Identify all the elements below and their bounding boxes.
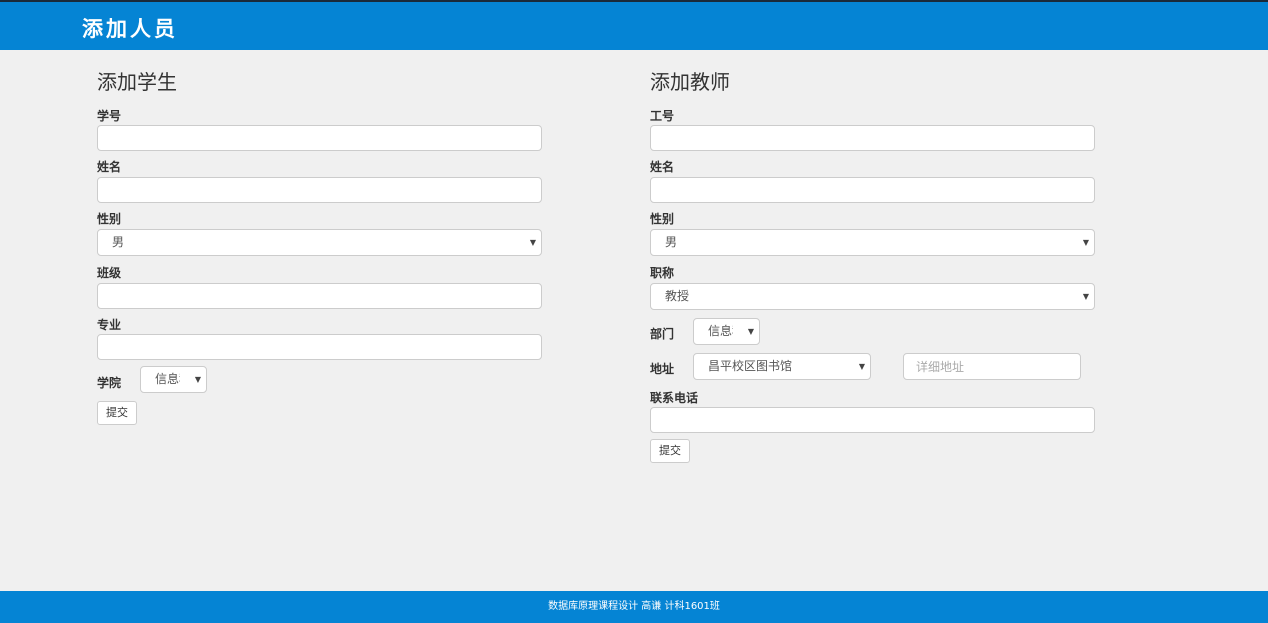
caret-down-icon: ▼ (529, 238, 536, 247)
teacher-phone-input[interactable] (650, 407, 1095, 433)
footer-text: 数据库原理课程设计 高谦 计科1601班 (548, 601, 720, 612)
caret-down-icon: ▼ (858, 362, 865, 371)
teacher-gender-label: 性别 (650, 212, 675, 226)
teacher-name-label: 姓名 (650, 160, 675, 174)
caret-down-icon: ▼ (194, 375, 201, 384)
teacher-rank-label: 职称 (650, 266, 675, 280)
teacher-submit-button[interactable]: 提交 (650, 439, 690, 463)
selected-value: 信息科 (155, 372, 180, 386)
footer: 数据库原理课程设计 高谦 计科1601班 (0, 591, 1268, 623)
teacher-addr-detail-input[interactable] (903, 353, 1081, 380)
student-form-title: 添加学生 (97, 70, 177, 94)
student-class-label: 班级 (97, 266, 122, 280)
student-name-input[interactable] (97, 177, 542, 203)
selected-value: 男 (112, 235, 125, 249)
teacher-rank-select[interactable]: 教授 ▼ (650, 283, 1095, 310)
student-college-label: 学院 (97, 376, 122, 390)
teacher-id-input[interactable] (650, 125, 1095, 151)
teacher-dept-select[interactable]: 信息科 ▼ (693, 318, 760, 345)
student-college-select[interactable]: 信息科 ▼ (140, 366, 207, 393)
student-gender-label: 性别 (97, 212, 122, 226)
selected-value: 教授 (665, 289, 690, 303)
teacher-form-title: 添加教师 (650, 70, 730, 94)
teacher-name-input[interactable] (650, 177, 1095, 203)
teacher-id-label: 工号 (650, 109, 675, 123)
teacher-gender-select[interactable]: 男 ▼ (650, 229, 1095, 256)
caret-down-icon: ▼ (747, 327, 754, 336)
teacher-addr-label: 地址 (650, 362, 675, 376)
teacher-dept-label: 部门 (650, 327, 675, 341)
student-gender-select[interactable]: 男 ▼ (97, 229, 542, 256)
teacher-phone-label: 联系电话 (650, 391, 699, 405)
selected-value: 昌平校区图书馆 (708, 359, 793, 373)
header: 添加人员 (0, 2, 1268, 50)
caret-down-icon: ▼ (1082, 238, 1089, 247)
student-major-label: 专业 (97, 318, 122, 332)
student-name-label: 姓名 (97, 160, 122, 174)
student-major-input[interactable] (97, 334, 542, 360)
student-submit-button[interactable]: 提交 (97, 401, 137, 425)
teacher-addr-select[interactable]: 昌平校区图书馆 ▼ (693, 353, 871, 380)
student-id-label: 学号 (97, 109, 122, 123)
caret-down-icon: ▼ (1082, 292, 1089, 301)
selected-value: 男 (665, 235, 678, 249)
student-id-input[interactable] (97, 125, 542, 151)
student-class-input[interactable] (97, 283, 542, 309)
page-title: 添加人员 (82, 17, 178, 41)
selected-value: 信息科 (708, 324, 733, 338)
